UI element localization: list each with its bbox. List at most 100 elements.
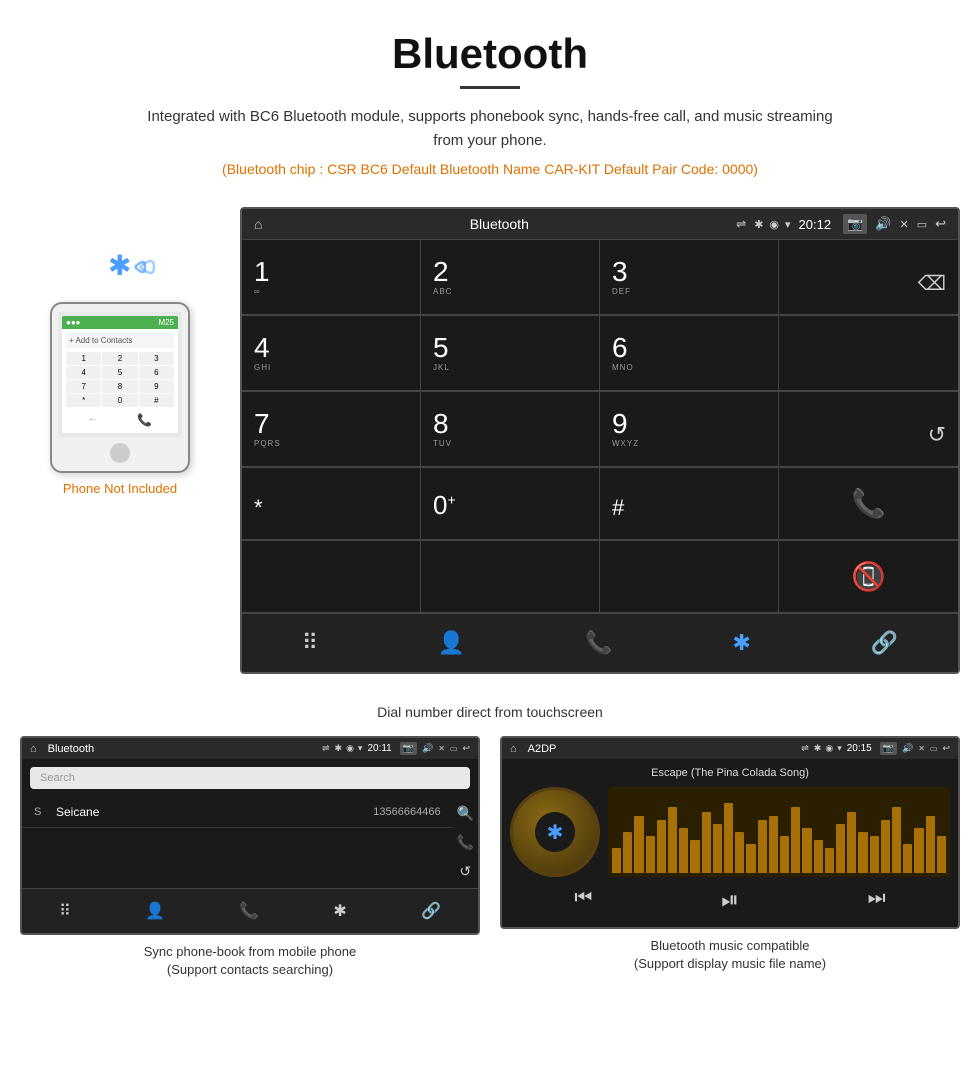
phone-key[interactable]: 5 xyxy=(102,366,137,379)
music-screen-content: Escape (The Pina Colada Song) ✱ ⏮ ⏯ xyxy=(502,759,958,927)
pb-close-icon[interactable]: ✕ xyxy=(438,744,445,753)
eq-bar-18 xyxy=(814,840,823,873)
bluetooth-music-icon: ✱ xyxy=(547,820,564,845)
ms-close-icon[interactable]: ✕ xyxy=(918,744,925,753)
nav-link-icon[interactable]: 🔗 xyxy=(863,626,906,660)
screen-title: Bluetooth xyxy=(270,216,728,232)
eq-bar-10 xyxy=(724,803,733,873)
phone-add-contact: + Add to Contacts xyxy=(66,333,174,348)
pb-nav-grid[interactable]: ⠿ xyxy=(51,897,79,925)
prev-button[interactable]: ⏮ xyxy=(574,887,592,913)
dialpad-key-9[interactable]: 9 WXYZ xyxy=(600,392,779,467)
dialpad-key-5[interactable]: 5 JKL xyxy=(421,316,600,391)
camera-icon[interactable]: 📷 xyxy=(843,214,867,234)
ms-gps-icon: ◉ xyxy=(825,743,833,754)
phonebook-screen-title: Bluetooth xyxy=(48,743,317,755)
dialpad-key-6[interactable]: 6 MNO xyxy=(600,316,779,391)
phone-keypad: 1 2 3 4 5 6 7 8 9 * 0 # xyxy=(66,352,174,407)
pb-nav-link[interactable]: 🔗 xyxy=(413,897,449,925)
phonebook-entry[interactable]: S Seicane 13566664466 xyxy=(22,797,453,828)
nav-bluetooth-icon[interactable]: ✱ xyxy=(724,626,758,660)
ms-window-icon[interactable]: ▭ xyxy=(930,744,938,753)
pb-camera-icon[interactable]: 📷 xyxy=(400,742,417,755)
phone-bottom-bar: ← 📞 xyxy=(66,411,174,429)
call-green-icon[interactable]: 📞 xyxy=(851,487,886,520)
phone-key[interactable]: 8 xyxy=(102,380,137,393)
nav-person-icon[interactable]: 👤 xyxy=(430,626,473,660)
pb-reload-icon[interactable]: ↺ xyxy=(459,863,471,880)
nav-phone-icon[interactable]: 📞 xyxy=(577,626,620,660)
dialpad-key-3[interactable]: 3 DEF xyxy=(600,240,779,315)
entry-number: 13566664466 xyxy=(373,806,440,818)
eq-bar-14 xyxy=(769,816,778,873)
phonebook-usb-icon: ⇌ xyxy=(322,743,330,754)
window-icon[interactable]: ▭ xyxy=(917,218,927,231)
home-icon[interactable]: ⌂ xyxy=(254,216,262,232)
dialpad-key-hash[interactable]: # xyxy=(600,468,779,540)
dialpad-key-1[interactable]: 1 ∞ xyxy=(242,240,421,315)
back-icon[interactable]: ↩ xyxy=(935,216,946,232)
phone-key[interactable]: * xyxy=(66,394,101,407)
pb-nav-person[interactable]: 👤 xyxy=(137,897,173,925)
dialpad-key-2[interactable]: 2 ABC xyxy=(421,240,600,315)
dialpad-call-green-cell[interactable]: 📞 xyxy=(779,468,958,540)
music-caption: Bluetooth music compatible (Support disp… xyxy=(624,929,836,973)
pb-nav-bluetooth[interactable]: ✱ xyxy=(325,897,354,925)
dialpad-call-red-cell[interactable]: 📵 xyxy=(779,541,958,613)
reload-icon[interactable]: ↺ xyxy=(928,422,946,448)
phone-key[interactable]: 1 xyxy=(66,352,101,365)
dialpad-key-4[interactable]: 4 GHI xyxy=(242,316,421,391)
eq-bar-0 xyxy=(612,848,621,873)
phone-key[interactable]: 3 xyxy=(139,352,174,365)
eq-bar-15 xyxy=(780,836,789,873)
backspace-icon[interactable]: ⌫ xyxy=(918,271,946,296)
play-pause-button[interactable]: ⏯ xyxy=(721,887,739,913)
phone-section: ✱ ●●● M25 + Add to Contacts 1 2 3 4 5 xyxy=(20,207,220,496)
dial-caption: Dial number direct from touchscreen xyxy=(0,694,980,736)
pb-volume-icon[interactable]: 🔊 xyxy=(422,743,433,754)
phone-key[interactable]: 0 xyxy=(102,394,137,407)
phone-key[interactable]: # xyxy=(139,394,174,407)
music-status-bar: ⌂ A2DP ⇌ ✱ ◉ ▾ 20:15 📷 🔊 ✕ ▭ ↩ xyxy=(502,738,958,759)
volume-icon[interactable]: 🔊 xyxy=(875,216,891,232)
pb-nav-phone[interactable]: 📞 xyxy=(231,897,267,925)
dialpad-key-7[interactable]: 7 PQRS xyxy=(242,392,421,467)
music-usb-icon: ⇌ xyxy=(801,743,809,754)
pb-back-icon[interactable]: ↩ xyxy=(462,743,470,754)
next-button[interactable]: ⏭ xyxy=(868,887,886,913)
pb-call-icon[interactable]: 📞 xyxy=(457,834,474,851)
entry-name: Seicane xyxy=(56,805,365,819)
phone-key[interactable]: 6 xyxy=(139,366,174,379)
phonebook-home-icon[interactable]: ⌂ xyxy=(30,743,37,755)
album-art: ✱ xyxy=(510,787,600,877)
album-art-inner: ✱ xyxy=(535,812,575,852)
music-home-icon[interactable]: ⌂ xyxy=(510,743,517,755)
usb-icon: ⇌ xyxy=(736,217,746,231)
pb-window-icon[interactable]: ▭ xyxy=(450,744,458,753)
phone-home-button[interactable] xyxy=(110,443,130,463)
phone-key[interactable]: 4 xyxy=(66,366,101,379)
ms-volume-icon[interactable]: 🔊 xyxy=(902,743,913,754)
phonebook-search-bar[interactable]: Search xyxy=(30,767,470,789)
call-red-icon[interactable]: 📵 xyxy=(851,560,886,593)
dialpad-empty-r5-2 xyxy=(421,541,600,613)
close-icon[interactable]: ✕ xyxy=(899,218,908,231)
eq-bar-7 xyxy=(690,840,699,873)
bluetooth-signal-icon: ✱ xyxy=(80,237,160,297)
phone-key[interactable]: 7 xyxy=(66,380,101,393)
ms-camera-icon[interactable]: 📷 xyxy=(880,742,897,755)
dialpad-key-star[interactable]: * xyxy=(242,468,421,540)
dialpad-key-0[interactable]: 0+ xyxy=(421,468,600,540)
dialpad-key-8[interactable]: 8 TUV xyxy=(421,392,600,467)
dialpad-empty-r5-1 xyxy=(242,541,421,613)
ms-back-icon[interactable]: ↩ xyxy=(942,743,950,754)
phone-key[interactable]: 2 xyxy=(102,352,137,365)
nav-grid-icon[interactable]: ⠿ xyxy=(294,626,326,660)
eq-bar-29 xyxy=(937,836,946,873)
phone-not-included-label: Phone Not Included xyxy=(63,481,177,496)
pb-search-icon[interactable]: 🔍 xyxy=(457,805,474,822)
phone-key[interactable]: 9 xyxy=(139,380,174,393)
status-icons: ✱ ◉ ▾ xyxy=(754,218,790,231)
eq-bar-9 xyxy=(713,824,722,873)
dialpad-row-5: 📵 xyxy=(242,540,958,613)
